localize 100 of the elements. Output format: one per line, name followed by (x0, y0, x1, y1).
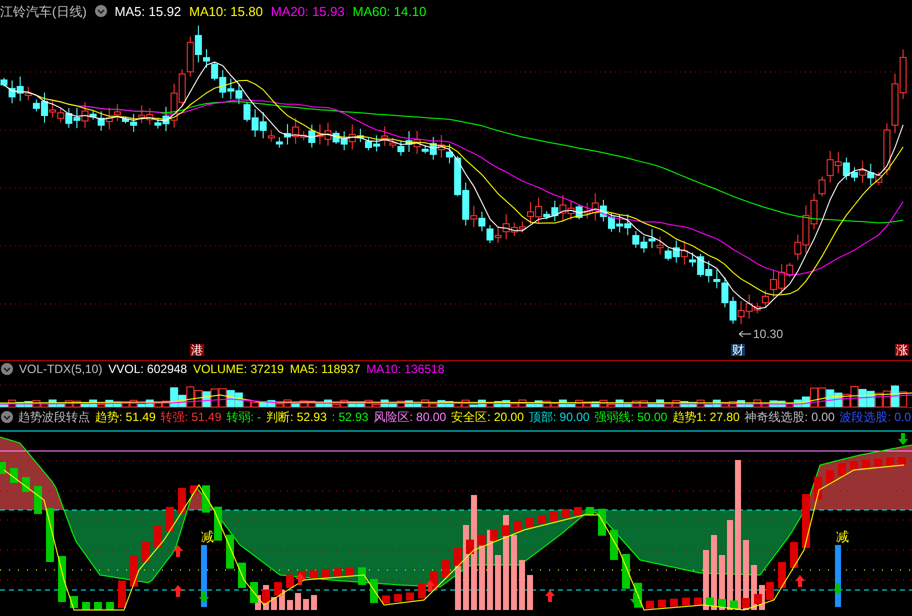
indicator-candle (874, 458, 882, 467)
indicator-candle (550, 512, 558, 521)
indicator-candle (742, 598, 750, 608)
indicator-candle (706, 598, 714, 606)
indicator-candle (106, 602, 114, 610)
indicator-candle (382, 596, 390, 604)
indicator-candle (22, 477, 30, 492)
indicator-candle (454, 548, 462, 566)
volume-legend-item: MA5: 118937 (290, 363, 360, 375)
indicator-candle (10, 468, 18, 483)
down-arrow-icon (630, 593, 640, 605)
indicator-legend-item: 趋势: 51.49 (95, 410, 156, 422)
indicator-candle (562, 509, 570, 518)
volume-legend-item: MA10: 136518 (366, 363, 444, 375)
histogram-bar (271, 597, 277, 610)
indicator-candle (58, 556, 66, 602)
down-arrow-icon (898, 433, 908, 445)
indicator-candle (718, 599, 726, 607)
histogram-bar (519, 560, 525, 610)
indicator-candle (526, 518, 534, 527)
histogram-bar (527, 575, 533, 610)
indicator-candle (94, 602, 102, 610)
indicator-candle (754, 594, 762, 604)
indicator-candle (850, 461, 858, 470)
indicator-legend-item: 转强: 51.49 (160, 410, 222, 422)
low-price-arrow-icon (739, 331, 751, 337)
indicator-candle (202, 485, 210, 513)
indicator-candle (766, 582, 774, 600)
down-arrow-icon (833, 583, 843, 595)
indicator-candle (274, 582, 282, 596)
indicator-candle (118, 580, 126, 608)
indicator-candle (166, 506, 174, 532)
ma-legend-item: MA60: 14.10 (352, 4, 426, 18)
dropdown-icon[interactable] (1, 410, 13, 422)
indicator-candle (490, 530, 498, 541)
up-arrow-icon (295, 573, 305, 585)
indicator-candle (418, 584, 426, 598)
indicator-candle (622, 554, 630, 589)
indicator-candle (34, 486, 42, 514)
indicator-legend-item: 强弱线: 50.00 (594, 410, 668, 422)
event-marker: 港 (190, 344, 204, 356)
indicator-candle (646, 600, 654, 609)
histogram-bar (303, 599, 309, 610)
indicator-candle (214, 506, 222, 541)
indicator-candle (0, 462, 6, 474)
indicator-candle (178, 488, 186, 513)
volume-title: VOL-TDX(5,10) (19, 363, 102, 375)
stock-title: 江铃汽车(日线) (0, 4, 87, 18)
indicator-candle (898, 457, 906, 465)
up-arrow-icon (173, 585, 183, 597)
indicator-candle (262, 590, 270, 603)
indicator-candle (730, 600, 738, 608)
indicator-legend-item: 安全区: 20.00 (451, 410, 524, 422)
dropdown-icon[interactable] (94, 5, 107, 17)
indicator-legend-item: 波段选股: 0.0 (840, 410, 912, 422)
indicator-candle (826, 470, 834, 483)
signal-label: 减 (836, 530, 849, 543)
indicator-candle (250, 582, 258, 603)
indicator-candle (502, 525, 510, 536)
indicator-candle (802, 494, 810, 548)
indicator-candle (406, 592, 414, 600)
indicator-candle (478, 534, 486, 546)
indicator-legend-item: 转弱: - (226, 410, 262, 422)
indicator-candle (82, 602, 90, 610)
indicator-candle (46, 508, 54, 562)
indicator-candle (538, 515, 546, 524)
indicator-candle (658, 600, 666, 608)
indicator-candle (610, 530, 618, 560)
indicator-candle (598, 508, 606, 536)
indicator-candle (574, 507, 582, 515)
indicator-candle (154, 526, 162, 548)
histogram-bar (311, 595, 317, 610)
indicator-candle (238, 562, 246, 588)
event-marker: 涨 (895, 344, 909, 356)
event-marker: 财 (731, 344, 745, 356)
indicator-legend-item: 判断: 52.93 (266, 410, 327, 422)
up-arrow-icon (425, 580, 435, 592)
indicator-candle (790, 542, 798, 568)
indicator-candle (778, 562, 786, 588)
indicator-legend-item: 风险区: 80.00 (373, 410, 446, 422)
down-arrow-icon (199, 591, 209, 603)
indicator-title: 趋势波段转点 (18, 410, 90, 422)
indicator-legend-item: 神奇线选股: 0.00 (744, 410, 835, 422)
low-price-label: 10.30 (753, 328, 784, 340)
volume-legend-item: VVOL: 602948 (108, 363, 188, 375)
up-arrow-icon (545, 590, 555, 602)
indicator-legend-item: : 52.93 (332, 410, 368, 422)
indicator-candle (670, 598, 678, 607)
histogram-bar (287, 600, 293, 610)
histogram-bar (703, 550, 709, 610)
indicator-candle (286, 574, 294, 588)
volume-legend-item: VOLUME: 37219 (193, 363, 284, 375)
signal-label: 减 (201, 530, 214, 543)
indicator-candle (514, 521, 522, 532)
ma-legend-item: MA20: 15.93 (270, 4, 345, 18)
indicator-candle (586, 507, 594, 515)
histogram-bar (495, 555, 501, 610)
dropdown-icon[interactable] (1, 363, 13, 375)
indicator-candle (142, 542, 150, 562)
indicator-legend-item: 趋势1: 27.80 (672, 410, 740, 422)
